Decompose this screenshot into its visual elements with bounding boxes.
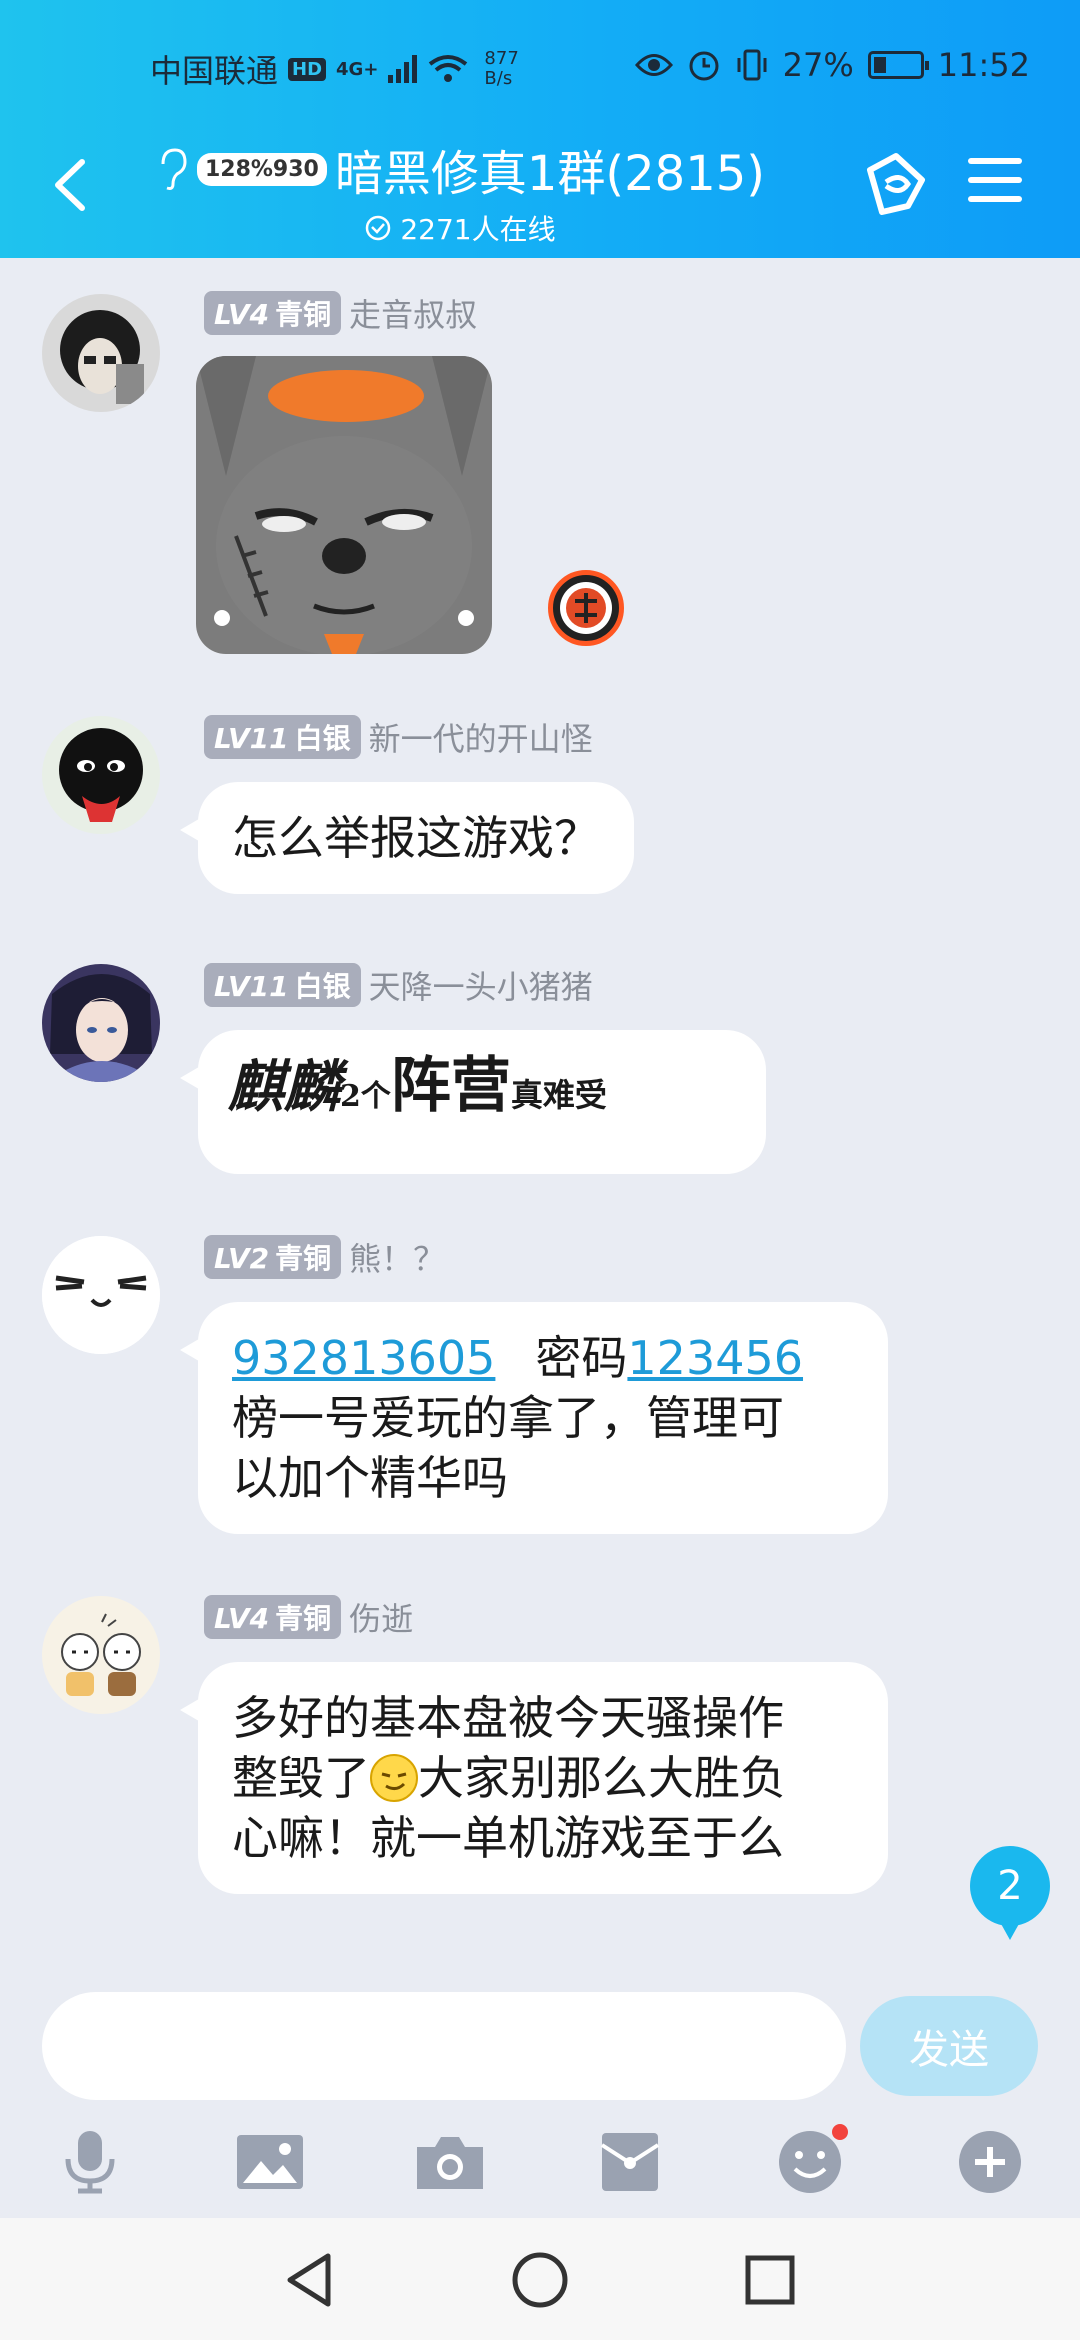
ear-icon xyxy=(161,148,187,190)
password-label: 密码 xyxy=(535,1331,628,1385)
rank-text: 青铜 xyxy=(275,298,332,331)
sender-name: 走音叔叔 xyxy=(349,296,478,334)
level-text: LV11 xyxy=(214,722,289,755)
red-packet-button[interactable] xyxy=(590,2122,670,2202)
status-bar: 中国联通 HD 4G+ 877 B/s 27% 11:52 xyxy=(0,40,1080,96)
speed-value: 877 xyxy=(484,48,519,69)
input-area: 发送 xyxy=(0,1960,1080,2218)
notification-dot xyxy=(832,2124,848,2140)
unread-count-badge[interactable]: 2 xyxy=(970,1846,1050,1940)
emoji-button[interactable] xyxy=(770,2122,850,2202)
message-line: 多好的基本盘被今天骚操作 xyxy=(232,1691,784,1745)
group-title-block[interactable]: 128%930 暗黑修真1群(2815) 2271人在线 xyxy=(150,134,770,248)
level-text: LV11 xyxy=(214,970,289,1003)
message-line: 以加个精华吗 xyxy=(232,1451,508,1505)
microphone-icon xyxy=(65,2131,115,2194)
message-bubble[interactable]: 多好的基本盘被今天骚操作 整毁了 大家别那么大胜负 心嘛！就一单机游戏至于么 xyxy=(180,1662,888,1894)
signal-icon xyxy=(388,55,418,83)
avatar[interactable] xyxy=(42,1596,160,1714)
sticker-image[interactable] xyxy=(196,356,492,654)
message-input[interactable] xyxy=(42,1992,846,2100)
group-title: 暗黑修真1群(2815) xyxy=(334,146,766,202)
rank-text: 青铜 xyxy=(275,1242,332,1275)
sender-meta: LV4 青铜 伤逝 xyxy=(204,1594,413,1640)
vibrate-icon xyxy=(737,49,767,81)
avatar[interactable] xyxy=(42,964,160,1082)
system-nav-bar xyxy=(0,2218,1080,2340)
battery-percent: 27% xyxy=(782,46,854,84)
carrier-label: 中国联通 xyxy=(150,52,279,90)
level-text: LV2 xyxy=(214,1242,270,1275)
message-bubble[interactable]: 怎么举报这游戏？ xyxy=(180,782,634,894)
level-text: LV4 xyxy=(214,298,270,331)
message-line: 心嘛！就一单机游戏至于么 xyxy=(232,1811,784,1865)
sender-name: 新一代的开山怪 xyxy=(368,720,593,758)
system-home-icon[interactable] xyxy=(508,2248,572,2312)
rank-text: 白银 xyxy=(294,722,351,755)
password-link[interactable]: 123456 xyxy=(627,1331,803,1385)
level-badge: LV4 青铜 xyxy=(204,1595,342,1639)
message-line: 大家别那么大胜负 xyxy=(418,1751,786,1805)
network-speed: 877 B/s xyxy=(484,49,518,89)
image-icon xyxy=(237,2135,303,2189)
smiley-icon xyxy=(779,2131,841,2193)
qq-number-link[interactable]: 932813605 xyxy=(232,1331,495,1385)
clock: 11:52 xyxy=(937,46,1030,84)
online-check-icon xyxy=(366,215,391,241)
link-icon[interactable] xyxy=(852,150,932,220)
sender-name: 天降一头小猪猪 xyxy=(368,968,593,1006)
back-arrow-icon[interactable] xyxy=(40,150,100,220)
level-badge: LV4 青铜 xyxy=(204,291,342,335)
system-back-icon[interactable] xyxy=(278,2248,342,2312)
sender-meta: LV11 白银 新一代的开山怪 xyxy=(204,714,593,760)
sender-meta: LV4 青铜 走音叔叔 xyxy=(204,290,477,336)
message-text: 怎么举报这游戏？ xyxy=(232,811,600,865)
wifi-icon xyxy=(429,55,468,82)
level-badge: LV2 青铜 xyxy=(204,1235,342,1279)
sticker-reaction-icon xyxy=(548,570,624,646)
hd-badge: HD xyxy=(288,57,327,81)
speed-unit: B/s xyxy=(484,68,513,89)
send-button[interactable]: 发送 xyxy=(860,1996,1038,2096)
camera-icon xyxy=(417,2137,483,2189)
camera-button[interactable] xyxy=(410,2122,490,2202)
message-line: 整毁了 xyxy=(232,1751,370,1805)
red-packet-icon xyxy=(600,2133,660,2191)
message-line: 榜一号爱玩的拿了，管理可 xyxy=(232,1391,784,1445)
image-button[interactable] xyxy=(230,2122,310,2202)
more-button[interactable] xyxy=(950,2122,1030,2202)
network-type: 4G+ xyxy=(336,58,379,80)
art-word-4: 真难受 xyxy=(510,1076,607,1114)
art-word-1: 麒麟 xyxy=(228,1054,340,1120)
voice-button[interactable] xyxy=(50,2122,130,2202)
smirk-emoji-icon xyxy=(370,1754,418,1802)
level-badge: LV11 白银 xyxy=(204,715,361,759)
group-level-badge: 128%930 xyxy=(196,152,327,186)
sender-name: 伤逝 xyxy=(349,1600,414,1638)
message-bubble[interactable]: 麒麟2个阵营真难受 xyxy=(180,1030,766,1174)
system-recents-icon[interactable] xyxy=(738,2248,802,2312)
message-bubble[interactable]: 932813605 密码123456 榜一号爱玩的拿了，管理可 以加个精华吗 xyxy=(180,1302,888,1534)
avatar[interactable] xyxy=(42,1236,160,1354)
avatar[interactable] xyxy=(42,716,160,834)
sender-meta: LV2 青铜 熊！？ xyxy=(204,1234,445,1280)
eye-icon xyxy=(634,54,673,76)
level-text: LV4 xyxy=(214,1602,270,1635)
nav-bar: 128%930 暗黑修真1群(2815) 2271人在线 xyxy=(0,120,1080,250)
sender-meta: LV11 白银 天降一头小猪猪 xyxy=(204,962,593,1008)
rank-text: 白银 xyxy=(294,970,351,1003)
sender-name: 熊！？ xyxy=(349,1240,446,1278)
chat-header: 中国联通 HD 4G+ 877 B/s 27% 11:52 128%930 暗黑… xyxy=(0,0,1080,258)
battery-icon xyxy=(867,51,929,79)
rank-text: 青铜 xyxy=(275,1602,332,1635)
art-word-3: 阵营 xyxy=(390,1051,511,1121)
plus-icon xyxy=(959,2131,1021,2193)
avatar[interactable] xyxy=(42,294,160,412)
menu-icon[interactable] xyxy=(968,158,1022,212)
input-toolbar xyxy=(0,2110,1080,2210)
online-count: 2271人在线 xyxy=(400,213,556,246)
art-word-2: 2个 xyxy=(340,1079,391,1114)
alarm-icon xyxy=(689,51,719,81)
level-badge: LV11 白银 xyxy=(204,963,361,1007)
